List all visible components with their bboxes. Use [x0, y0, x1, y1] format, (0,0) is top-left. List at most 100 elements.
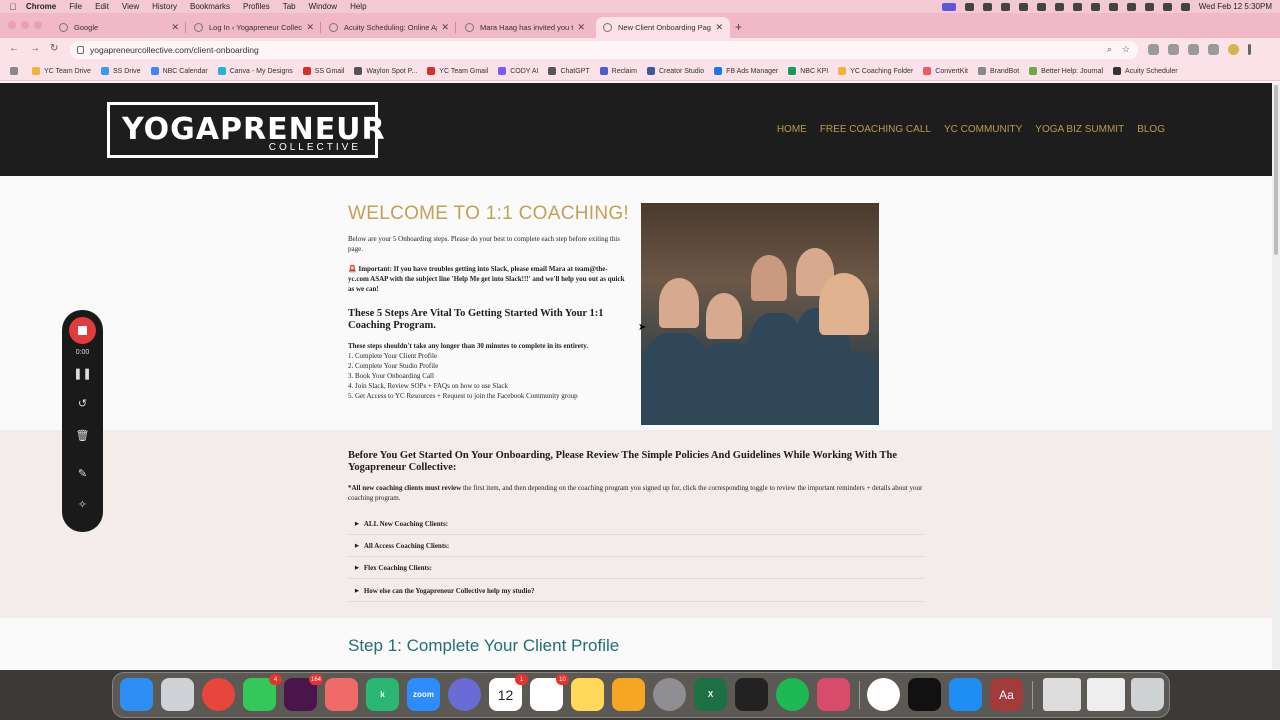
- slack-icon[interactable]: 164: [284, 674, 323, 711]
- spotify-icon[interactable]: [776, 678, 809, 711]
- bookmark-item[interactable]: Waylon Spot P...: [354, 67, 417, 75]
- new-tab-icon[interactable]: +: [735, 20, 742, 34]
- tab-acuity[interactable]: Acuity Scheduling: Online Ap ✕: [322, 17, 456, 38]
- apple-icon[interactable]: : [0, 2, 26, 12]
- trash-icon[interactable]: 🗑: [62, 429, 103, 442]
- address-bar[interactable]: yogapreneurcollective.com/client-onboard…: [70, 41, 1138, 59]
- accordion-all-new-clients[interactable]: ▶ ALL New Coaching Clients:: [348, 513, 924, 535]
- siri-icon[interactable]: [1000, 2, 1010, 11]
- bookmark-star-icon[interactable]: ☆: [1122, 44, 1130, 55]
- scrollbar-thumb[interactable]: [1274, 85, 1278, 255]
- nav-home[interactable]: HOME: [777, 124, 807, 135]
- menu-edit[interactable]: Edit: [95, 2, 109, 11]
- extension-icon[interactable]: [1188, 44, 1199, 55]
- restart-icon[interactable]: ↺: [62, 397, 103, 410]
- back-arrow-icon[interactable]: ←: [9, 43, 19, 54]
- app-store-icon[interactable]: [949, 678, 982, 711]
- menu-history[interactable]: History: [152, 2, 177, 11]
- menu-help[interactable]: Help: [350, 2, 366, 11]
- menu-clock[interactable]: Wed Feb 12 5:30PM: [1199, 2, 1272, 11]
- calendar-icon[interactable]: 12 1: [489, 674, 528, 711]
- extension-icon[interactable]: [1168, 44, 1179, 55]
- menu-window[interactable]: Window: [309, 2, 337, 11]
- control-center-icon[interactable]: [1162, 2, 1172, 11]
- bookmark-item[interactable]: ChatGPT: [548, 67, 590, 75]
- bookmark-item[interactable]: Reclaim: [599, 67, 637, 75]
- play-icon[interactable]: [982, 2, 992, 11]
- effects-icon[interactable]: ✧: [62, 498, 103, 511]
- zoom-lens-icon[interactable]: ⌕: [1107, 44, 1112, 55]
- zoom-status-icon[interactable]: [964, 2, 974, 11]
- extension-icon[interactable]: [1148, 44, 1159, 55]
- window-preview-icon[interactable]: [1087, 678, 1125, 711]
- tab-yc-login[interactable]: Log In ‹ Yogapreneur Collecti ✕: [187, 17, 321, 38]
- minimize-window-button[interactable]: [21, 21, 29, 29]
- extension-status-icon[interactable]: [1036, 2, 1046, 11]
- menu-file[interactable]: File: [69, 2, 82, 11]
- gear-app-icon[interactable]: [448, 678, 481, 711]
- page-scrollbar[interactable]: [1272, 83, 1280, 669]
- bookmark-item[interactable]: BrandBot: [977, 67, 1019, 75]
- nav-free-coaching-call[interactable]: FREE COACHING CALL: [820, 124, 931, 135]
- bookmark-item[interactable]: NBC KPI: [788, 67, 828, 75]
- accordion-all-access-clients[interactable]: ▶ All Access Coaching Clients:: [348, 535, 924, 557]
- pencil-draw-icon[interactable]: ✎: [62, 467, 103, 480]
- kebab-menu-icon[interactable]: [1248, 44, 1251, 55]
- screen-share-icon[interactable]: [941, 2, 956, 11]
- url-text[interactable]: yogapreneurcollective.com/client-onboard…: [90, 45, 259, 55]
- gear-status-icon[interactable]: [1018, 2, 1028, 11]
- site-info-icon[interactable]: [77, 46, 84, 54]
- chrome-icon[interactable]: [202, 678, 235, 711]
- nav-blog[interactable]: BLOG: [1137, 124, 1165, 135]
- profile-avatar-icon[interactable]: [1228, 44, 1239, 55]
- iphone-mirroring-icon[interactable]: [817, 678, 850, 711]
- window-preview-icon[interactable]: [1043, 678, 1081, 711]
- launchpad-icon[interactable]: [161, 678, 194, 711]
- dictionary-icon[interactable]: Aa: [990, 678, 1023, 711]
- spotlight-search-icon[interactable]: [1144, 2, 1154, 11]
- reminders-icon[interactable]: 10: [530, 674, 569, 711]
- bookmark-item[interactable]: Creator Studio: [646, 67, 704, 75]
- close-tab-icon[interactable]: ✕: [715, 22, 723, 33]
- bookmark-item[interactable]: YC Team Gmail: [427, 67, 488, 75]
- bookmark-item[interactable]: Better Help: Journal: [1029, 67, 1103, 75]
- forward-arrow-icon[interactable]: →: [30, 43, 40, 54]
- clock-history-icon[interactable]: [1054, 2, 1064, 11]
- menu-view[interactable]: View: [122, 2, 139, 11]
- close-tab-icon[interactable]: ✕: [306, 22, 314, 33]
- bookmark-item[interactable]: SS Drive: [100, 67, 141, 75]
- pause-icon[interactable]: ❚❚: [62, 367, 103, 380]
- nav-yc-community[interactable]: YC COMMUNITY: [944, 124, 1022, 135]
- close-tab-icon[interactable]: ✕: [441, 22, 449, 33]
- photos-icon[interactable]: [612, 678, 645, 711]
- bookmark-item[interactable]: ConvertKit: [923, 67, 968, 75]
- stop-recording-button[interactable]: [69, 317, 96, 344]
- bookmark-item[interactable]: Canva - My Designs: [217, 67, 293, 75]
- bookmark-item[interactable]: SS Gmail: [302, 67, 344, 75]
- zoom-icon[interactable]: zoom: [407, 678, 440, 711]
- menu-tab[interactable]: Tab: [283, 2, 296, 11]
- reload-icon[interactable]: ↻: [50, 43, 58, 54]
- menu-bookmarks[interactable]: Bookmarks: [190, 2, 230, 11]
- excel-icon[interactable]: X: [694, 678, 727, 711]
- site-logo[interactable]: YOGAPRENEUR COLLECTIVE: [107, 102, 385, 158]
- capcut-icon[interactable]: [908, 678, 941, 711]
- tab-gmail-invite[interactable]: Mara Haag has invited you to ✕: [458, 17, 592, 38]
- bookmark-item[interactable]: YC Team Drive: [32, 67, 91, 75]
- nav-yoga-biz-summit[interactable]: YOGA BIZ SUMMIT: [1035, 124, 1124, 135]
- media-icon[interactable]: [1090, 2, 1100, 11]
- chatgpt-icon[interactable]: [867, 678, 900, 711]
- menu-app-name[interactable]: Chrome: [26, 2, 56, 11]
- tab-google[interactable]: Google ✕: [52, 17, 186, 38]
- zoom-window-button[interactable]: [34, 21, 42, 29]
- bookmark-item[interactable]: CODY AI: [498, 67, 538, 75]
- wifi-icon[interactable]: [1126, 2, 1136, 11]
- close-tab-icon[interactable]: ✕: [171, 22, 179, 33]
- siri-orb-icon[interactable]: [1180, 2, 1190, 11]
- tab-onboarding-active[interactable]: New Client Onboarding Page ✕: [596, 17, 730, 38]
- menu-profiles[interactable]: Profiles: [243, 2, 270, 11]
- puzzle-extensions-icon[interactable]: [1208, 44, 1219, 55]
- kajabi-icon[interactable]: k: [366, 678, 399, 711]
- notes-icon[interactable]: [571, 678, 604, 711]
- battery-icon[interactable]: [1108, 2, 1118, 11]
